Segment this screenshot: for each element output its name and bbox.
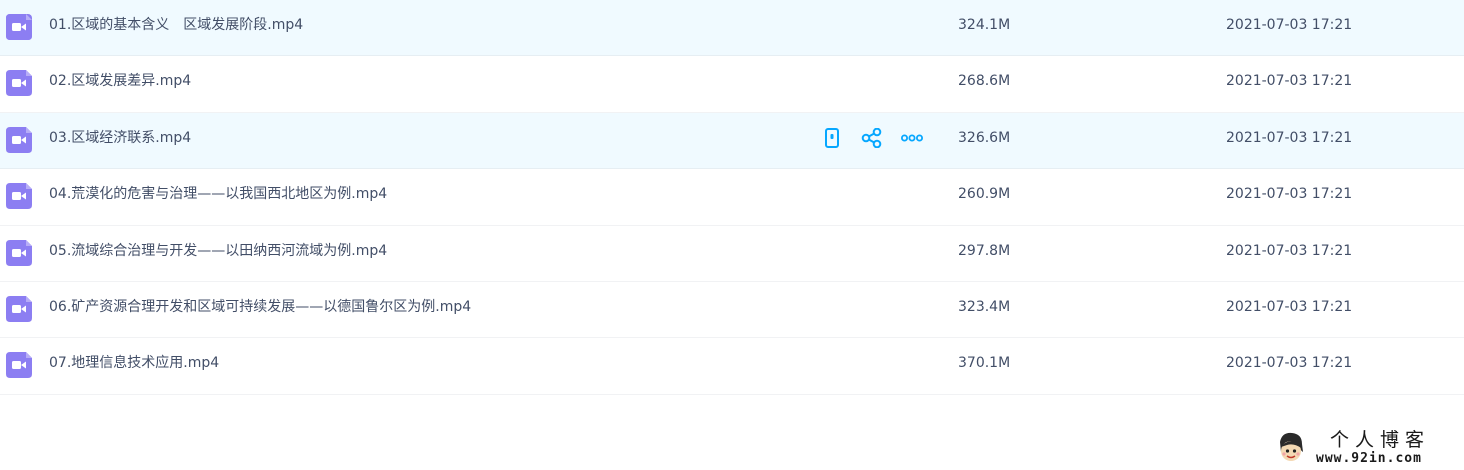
file-name[interactable]: 03.区域经济联系.mp4 [49,113,191,163]
file-size: 324.1M [958,17,1011,33]
video-file-icon [6,14,32,40]
video-file-icon [6,70,32,97]
file-row-4[interactable]: 04.荒漠化的危害与治理——以我国西北地区为例.mp4 260.9M 2021-… [0,169,1464,226]
file-row-3[interactable]: 03.区域经济联系.mp4 326.6M 2021-07-03 17:21 [0,112,1464,170]
row-actions [820,126,940,150]
file-row-5[interactable]: 05.流域综合治理与开发——以田纳西河流域为例.mp4 297.8M 2021-… [0,226,1464,282]
file-date: 2021-07-03 17:21 [1226,355,1353,372]
video-file-icon [6,239,32,266]
file-list: 01.区域的基本含义 区域发展阶段.mp4 324.1M 2021-07-03 … [0,0,1464,395]
video-file-icon [6,295,32,322]
video-file-icon [6,126,32,153]
file-size: 326.6M [958,129,1011,146]
video-file-icon [6,183,32,210]
file-size: 370.1M [958,355,1011,372]
file-date: 2021-07-03 17:21 [1226,298,1353,315]
phone-icon[interactable] [820,126,844,150]
share-icon[interactable] [860,126,884,150]
file-size: 297.8M [958,242,1011,259]
file-name[interactable]: 01.区域的基本含义 区域发展阶段.mp4 [49,0,303,50]
file-size: 268.6M [958,73,1011,90]
file-date: 2021-07-03 17:21 [1226,17,1353,33]
watermark: 个人博客 www.92in.com [1268,428,1464,470]
file-date: 2021-07-03 17:21 [1226,129,1353,146]
more-icon[interactable] [900,126,924,150]
file-date: 2021-07-03 17:21 [1226,73,1353,90]
file-date: 2021-07-03 17:21 [1226,242,1353,259]
file-row-1[interactable]: 01.区域的基本含义 区域发展阶段.mp4 324.1M 2021-07-03 … [0,0,1464,57]
file-row-2[interactable]: 02.区域发展差异.mp4 268.6M 2021-07-03 17:21 [0,56,1464,113]
file-row-6[interactable]: 06.矿产资源合理开发和区域可持续发展——以德国鲁尔区为例.mp4 323.4M… [0,282,1464,339]
file-name[interactable]: 04.荒漠化的危害与治理——以我国西北地区为例.mp4 [49,169,387,219]
file-date: 2021-07-03 17:21 [1226,186,1353,203]
watermark-url: www.92in.com [1316,451,1422,466]
video-file-icon [6,352,32,379]
file-name[interactable]: 06.矿产资源合理开发和区域可持续发展——以德国鲁尔区为例.mp4 [49,282,471,332]
file-size: 323.4M [958,298,1011,315]
file-name[interactable]: 02.区域发展差异.mp4 [49,56,191,106]
file-name[interactable]: 05.流域综合治理与开发——以田纳西河流域为例.mp4 [49,226,387,276]
watermark-title: 个人博客 [1330,429,1431,451]
file-row-7[interactable]: 07.地理信息技术应用.mp4 370.1M 2021-07-03 17:21 [0,338,1464,395]
file-size: 260.9M [958,186,1011,203]
cartoon-face-logo-icon [1272,430,1308,466]
file-name[interactable]: 07.地理信息技术应用.mp4 [49,338,219,388]
